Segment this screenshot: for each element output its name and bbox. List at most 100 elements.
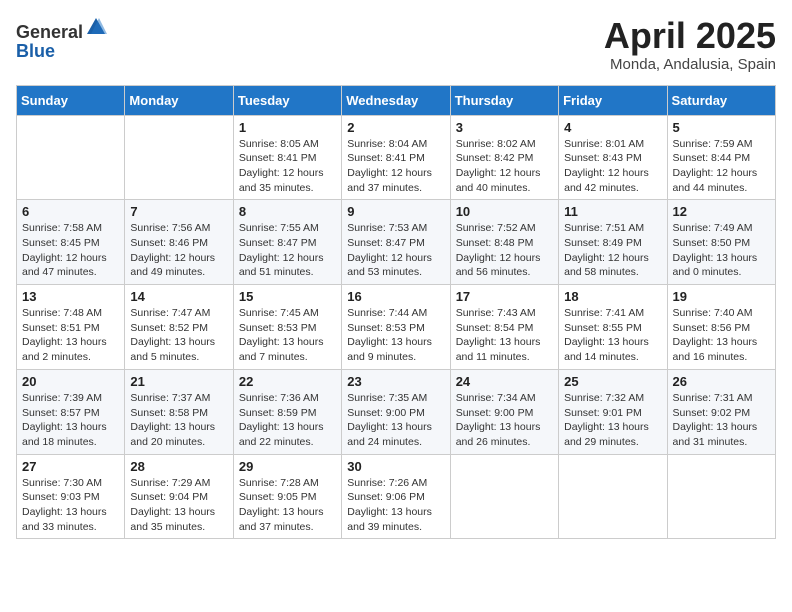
calendar-cell — [450, 454, 558, 539]
day-info: Sunrise: 8:04 AMSunset: 8:41 PMDaylight:… — [347, 137, 444, 196]
calendar-cell: 2 Sunrise: 8:04 AMSunset: 8:41 PMDaylight… — [342, 115, 450, 200]
weekday-header-row: SundayMondayTuesdayWednesdayThursdayFrid… — [17, 85, 776, 115]
day-info: Sunrise: 7:58 AMSunset: 8:45 PMDaylight:… — [22, 221, 119, 280]
day-info: Sunrise: 7:59 AMSunset: 8:44 PMDaylight:… — [673, 137, 770, 196]
day-number: 4 — [564, 120, 661, 135]
day-info: Sunrise: 7:44 AMSunset: 8:53 PMDaylight:… — [347, 306, 444, 365]
calendar-cell: 24 Sunrise: 7:34 AMSunset: 9:00 PMDayligh… — [450, 369, 558, 454]
calendar-cell — [125, 115, 233, 200]
calendar-cell — [17, 115, 125, 200]
day-number: 14 — [130, 289, 227, 304]
location-subtitle: Monda, Andalusia, Spain — [604, 56, 776, 73]
calendar-cell: 20 Sunrise: 7:39 AMSunset: 8:57 PMDayligh… — [17, 369, 125, 454]
day-number: 7 — [130, 204, 227, 219]
day-info: Sunrise: 7:49 AMSunset: 8:50 PMDaylight:… — [673, 221, 770, 280]
calendar-week-row: 27 Sunrise: 7:30 AMSunset: 9:03 PMDayligh… — [17, 454, 776, 539]
day-number: 23 — [347, 374, 444, 389]
day-info: Sunrise: 7:31 AMSunset: 9:02 PMDaylight:… — [673, 391, 770, 450]
page-header: General Blue April 2025 Monda, Andalusia… — [16, 16, 776, 73]
calendar-cell: 6 Sunrise: 7:58 AMSunset: 8:45 PMDaylight… — [17, 200, 125, 285]
day-number: 10 — [456, 204, 553, 219]
day-number: 21 — [130, 374, 227, 389]
calendar-cell: 19Sunrise: 7:40 AMSunset: 8:56 PMDayligh… — [667, 285, 775, 370]
calendar-cell: 12 Sunrise: 7:49 AMSunset: 8:50 PMDayligh… — [667, 200, 775, 285]
day-info: Sunrise: 7:34 AMSunset: 9:00 PMDaylight:… — [456, 391, 553, 450]
day-info: Sunrise: 7:45 AMSunset: 8:53 PMDaylight:… — [239, 306, 336, 365]
weekday-header: Monday — [125, 85, 233, 115]
day-number: 27 — [22, 459, 119, 474]
day-info: Sunrise: 7:26 AMSunset: 9:06 PMDaylight:… — [347, 476, 444, 535]
calendar-cell: 22 Sunrise: 7:36 AMSunset: 8:59 PMDayligh… — [233, 369, 341, 454]
day-number: 26 — [673, 374, 770, 389]
day-info: Sunrise: 7:47 AMSunset: 8:52 PMDaylight:… — [130, 306, 227, 365]
calendar-cell: 25 Sunrise: 7:32 AMSunset: 9:01 PMDayligh… — [559, 369, 667, 454]
day-info: Sunrise: 7:55 AMSunset: 8:47 PMDaylight:… — [239, 221, 336, 280]
calendar-cell: 9 Sunrise: 7:53 AMSunset: 8:47 PMDaylight… — [342, 200, 450, 285]
day-info: Sunrise: 7:53 AMSunset: 8:47 PMDaylight:… — [347, 221, 444, 280]
calendar-cell: 1Sunrise: 8:05 AMSunset: 8:41 PMDaylight… — [233, 115, 341, 200]
calendar-week-row: 13 Sunrise: 7:48 AMSunset: 8:51 PMDayligh… — [17, 285, 776, 370]
day-number: 2 — [347, 120, 444, 135]
calendar-cell: 4Sunrise: 8:01 AMSunset: 8:43 PMDaylight… — [559, 115, 667, 200]
calendar-cell: 13 Sunrise: 7:48 AMSunset: 8:51 PMDayligh… — [17, 285, 125, 370]
weekday-header: Wednesday — [342, 85, 450, 115]
calendar-cell — [667, 454, 775, 539]
logo-icon — [85, 16, 107, 38]
calendar-cell: 23 Sunrise: 7:35 AMSunset: 9:00 PMDayligh… — [342, 369, 450, 454]
day-number: 25 — [564, 374, 661, 389]
day-info: Sunrise: 7:48 AMSunset: 8:51 PMDaylight:… — [22, 306, 119, 365]
calendar-cell: 27 Sunrise: 7:30 AMSunset: 9:03 PMDayligh… — [17, 454, 125, 539]
calendar-cell: 16Sunrise: 7:44 AMSunset: 8:53 PMDayligh… — [342, 285, 450, 370]
day-number: 9 — [347, 204, 444, 219]
calendar-cell: 21 Sunrise: 7:37 AMSunset: 8:58 PMDayligh… — [125, 369, 233, 454]
logo-blue: Blue — [16, 41, 55, 61]
day-number: 13 — [22, 289, 119, 304]
calendar-week-row: 1Sunrise: 8:05 AMSunset: 8:41 PMDaylight… — [17, 115, 776, 200]
calendar-cell: 30 Sunrise: 7:26 AMSunset: 9:06 PMDayligh… — [342, 454, 450, 539]
weekday-header: Sunday — [17, 85, 125, 115]
day-number: 29 — [239, 459, 336, 474]
title-block: April 2025 Monda, Andalusia, Spain — [604, 16, 776, 73]
day-info: Sunrise: 7:35 AMSunset: 9:00 PMDaylight:… — [347, 391, 444, 450]
day-number: 19 — [673, 289, 770, 304]
day-info: Sunrise: 7:52 AMSunset: 8:48 PMDaylight:… — [456, 221, 553, 280]
day-info: Sunrise: 7:29 AMSunset: 9:04 PMDaylight:… — [130, 476, 227, 535]
day-info: Sunrise: 7:41 AMSunset: 8:55 PMDaylight:… — [564, 306, 661, 365]
day-info: Sunrise: 7:32 AMSunset: 9:01 PMDaylight:… — [564, 391, 661, 450]
day-number: 8 — [239, 204, 336, 219]
calendar-cell: 5 Sunrise: 7:59 AMSunset: 8:44 PMDaylight… — [667, 115, 775, 200]
day-info: Sunrise: 7:56 AMSunset: 8:46 PMDaylight:… — [130, 221, 227, 280]
calendar-cell: 11 Sunrise: 7:51 AMSunset: 8:49 PMDayligh… — [559, 200, 667, 285]
day-number: 18 — [564, 289, 661, 304]
day-number: 5 — [673, 120, 770, 135]
weekday-header: Saturday — [667, 85, 775, 115]
calendar-cell: 10 Sunrise: 7:52 AMSunset: 8:48 PMDayligh… — [450, 200, 558, 285]
day-number: 24 — [456, 374, 553, 389]
day-info: Sunrise: 7:30 AMSunset: 9:03 PMDaylight:… — [22, 476, 119, 535]
day-number: 3 — [456, 120, 553, 135]
day-number: 15 — [239, 289, 336, 304]
calendar-week-row: 20 Sunrise: 7:39 AMSunset: 8:57 PMDayligh… — [17, 369, 776, 454]
day-number: 30 — [347, 459, 444, 474]
day-number: 22 — [239, 374, 336, 389]
calendar-cell — [559, 454, 667, 539]
day-number: 11 — [564, 204, 661, 219]
day-info: Sunrise: 8:05 AMSunset: 8:41 PMDaylight:… — [239, 137, 336, 196]
day-info: Sunrise: 7:43 AMSunset: 8:54 PMDaylight:… — [456, 306, 553, 365]
calendar-cell: 8 Sunrise: 7:55 AMSunset: 8:47 PMDaylight… — [233, 200, 341, 285]
weekday-header: Tuesday — [233, 85, 341, 115]
day-info: Sunrise: 7:36 AMSunset: 8:59 PMDaylight:… — [239, 391, 336, 450]
calendar-table: SundayMondayTuesdayWednesdayThursdayFrid… — [16, 85, 776, 540]
calendar-cell: 26 Sunrise: 7:31 AMSunset: 9:02 PMDayligh… — [667, 369, 775, 454]
weekday-header: Thursday — [450, 85, 558, 115]
day-info: Sunrise: 7:39 AMSunset: 8:57 PMDaylight:… — [22, 391, 119, 450]
day-number: 12 — [673, 204, 770, 219]
day-number: 6 — [22, 204, 119, 219]
day-number: 20 — [22, 374, 119, 389]
calendar-cell: 7 Sunrise: 7:56 AMSunset: 8:46 PMDaylight… — [125, 200, 233, 285]
calendar-cell: 29Sunrise: 7:28 AMSunset: 9:05 PMDayligh… — [233, 454, 341, 539]
logo-general: General — [16, 22, 83, 42]
day-info: Sunrise: 7:51 AMSunset: 8:49 PMDaylight:… — [564, 221, 661, 280]
day-info: Sunrise: 7:37 AMSunset: 8:58 PMDaylight:… — [130, 391, 227, 450]
weekday-header: Friday — [559, 85, 667, 115]
